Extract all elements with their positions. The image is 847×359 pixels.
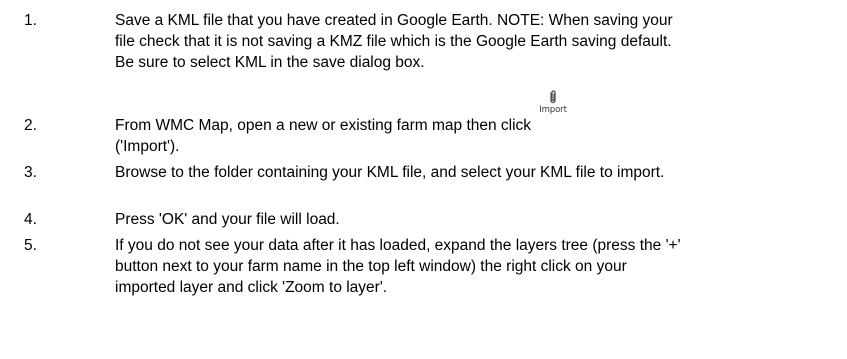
step-text: If you do not see your data after it has… (115, 237, 681, 296)
step-number: 1. (24, 12, 37, 29)
import-button-image: Import (538, 90, 568, 116)
import-icon-label: Import (539, 105, 567, 115)
step-text: From WMC Map, open a new or existing far… (115, 117, 532, 155)
step-number: 2. (24, 117, 37, 134)
paperclip-icon (550, 90, 556, 104)
step-text: Browse to the folder containing your KML… (115, 164, 665, 181)
step-number: 5. (24, 237, 37, 254)
step-text: Press 'OK' and your file will load. (115, 211, 340, 228)
step-number: 3. (24, 164, 37, 181)
step-number: 4. (24, 211, 37, 228)
step-text: Save a KML file that you have created in… (115, 12, 673, 71)
